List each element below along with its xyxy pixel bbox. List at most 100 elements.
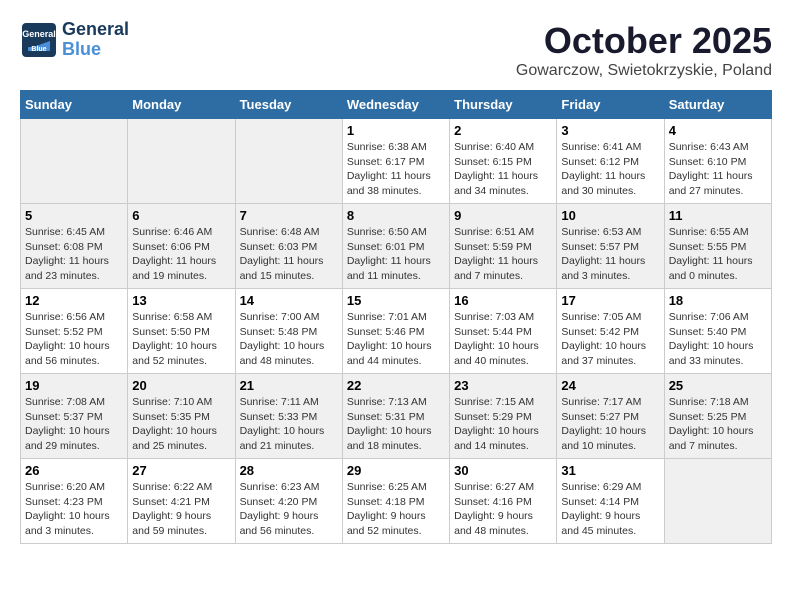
- calendar-header-row: SundayMondayTuesdayWednesdayThursdayFrid…: [21, 91, 772, 119]
- day-number: 12: [25, 293, 123, 308]
- day-number: 25: [669, 378, 767, 393]
- day-info: Sunrise: 6:25 AM Sunset: 4:18 PM Dayligh…: [347, 480, 445, 539]
- day-info: Sunrise: 6:27 AM Sunset: 4:16 PM Dayligh…: [454, 480, 552, 539]
- calendar-table: SundayMondayTuesdayWednesdayThursdayFrid…: [20, 90, 772, 544]
- calendar-cell: 2 Sunrise: 6:40 AM Sunset: 6:15 PM Daylig…: [450, 119, 557, 204]
- calendar-cell: 13Sunrise: 6:58 AM Sunset: 5:50 PM Dayli…: [128, 289, 235, 374]
- calendar-cell: 25Sunrise: 7:18 AM Sunset: 5:25 PM Dayli…: [664, 374, 771, 459]
- calendar-cell: 8Sunrise: 6:50 AM Sunset: 6:01 PM Daylig…: [342, 204, 449, 289]
- day-header-monday: Monday: [128, 91, 235, 119]
- day-info: Sunrise: 7:03 AM Sunset: 5:44 PM Dayligh…: [454, 310, 552, 369]
- day-number: 20: [132, 378, 230, 393]
- day-info: Sunrise: 7:05 AM Sunset: 5:42 PM Dayligh…: [561, 310, 659, 369]
- day-info: Sunrise: 6:23 AM Sunset: 4:20 PM Dayligh…: [240, 480, 338, 539]
- logo: General Blue General Blue: [20, 20, 129, 60]
- calendar-cell: 14 Sunrise: 7:00 AM Sunset: 5:48 PM Dayli…: [235, 289, 342, 374]
- calendar-week-5: 26 Sunrise: 6:20 AM Sunset: 4:23 PM Dayli…: [21, 459, 772, 544]
- day-info: Sunrise: 7:01 AM Sunset: 5:46 PM Dayligh…: [347, 310, 445, 369]
- calendar-cell: 28 Sunrise: 6:23 AM Sunset: 4:20 PM Dayli…: [235, 459, 342, 544]
- svg-text:General: General: [22, 29, 56, 39]
- day-number: 22: [347, 378, 445, 393]
- calendar-cell: 18Sunrise: 7:06 AM Sunset: 5:40 PM Dayli…: [664, 289, 771, 374]
- page-header: General Blue General Blue October 2025 G…: [20, 20, 772, 80]
- day-number: 9: [454, 208, 552, 223]
- day-number: 15: [347, 293, 445, 308]
- svg-text:Blue: Blue: [31, 46, 46, 53]
- day-number: 24: [561, 378, 659, 393]
- day-number: 1: [347, 123, 445, 138]
- day-header-sunday: Sunday: [21, 91, 128, 119]
- day-header-tuesday: Tuesday: [235, 91, 342, 119]
- calendar-cell: 17 Sunrise: 7:05 AM Sunset: 5:42 PM Dayli…: [557, 289, 664, 374]
- day-number: 16: [454, 293, 552, 308]
- day-number: 23: [454, 378, 552, 393]
- day-info: Sunrise: 6:46 AM Sunset: 6:06 PM Dayligh…: [132, 225, 230, 284]
- calendar-cell: 4 Sunrise: 6:43 AM Sunset: 6:10 PM Daylig…: [664, 119, 771, 204]
- day-number: 28: [240, 463, 338, 478]
- calendar-cell: 23Sunrise: 7:15 AM Sunset: 5:29 PM Dayli…: [450, 374, 557, 459]
- day-number: 14: [240, 293, 338, 308]
- calendar-cell: 19 Sunrise: 7:08 AM Sunset: 5:37 PM Dayli…: [21, 374, 128, 459]
- day-number: 5: [25, 208, 123, 223]
- day-info: Sunrise: 7:06 AM Sunset: 5:40 PM Dayligh…: [669, 310, 767, 369]
- day-info: Sunrise: 6:38 AM Sunset: 6:17 PM Dayligh…: [347, 140, 445, 199]
- day-number: 21: [240, 378, 338, 393]
- day-info: Sunrise: 6:41 AM Sunset: 6:12 PM Dayligh…: [561, 140, 659, 199]
- logo-icon: General Blue: [20, 21, 58, 59]
- day-number: 19: [25, 378, 123, 393]
- calendar-cell: [235, 119, 342, 204]
- day-number: 27: [132, 463, 230, 478]
- day-info: Sunrise: 6:55 AM Sunset: 5:55 PM Dayligh…: [669, 225, 767, 284]
- calendar-cell: 16 Sunrise: 7:03 AM Sunset: 5:44 PM Dayli…: [450, 289, 557, 374]
- calendar-cell: 3 Sunrise: 6:41 AM Sunset: 6:12 PM Daylig…: [557, 119, 664, 204]
- calendar-cell: 12Sunrise: 6:56 AM Sunset: 5:52 PM Dayli…: [21, 289, 128, 374]
- day-number: 31: [561, 463, 659, 478]
- day-info: Sunrise: 6:29 AM Sunset: 4:14 PM Dayligh…: [561, 480, 659, 539]
- day-info: Sunrise: 6:40 AM Sunset: 6:15 PM Dayligh…: [454, 140, 552, 199]
- day-number: 3: [561, 123, 659, 138]
- day-number: 8: [347, 208, 445, 223]
- calendar-cell: 30Sunrise: 6:27 AM Sunset: 4:16 PM Dayli…: [450, 459, 557, 544]
- day-number: 7: [240, 208, 338, 223]
- day-number: 13: [132, 293, 230, 308]
- calendar-cell: [664, 459, 771, 544]
- day-info: Sunrise: 6:51 AM Sunset: 5:59 PM Dayligh…: [454, 225, 552, 284]
- calendar-cell: 6Sunrise: 6:46 AM Sunset: 6:06 PM Daylig…: [128, 204, 235, 289]
- calendar-cell: 15 Sunrise: 7:01 AM Sunset: 5:46 PM Dayli…: [342, 289, 449, 374]
- calendar-cell: 5Sunrise: 6:45 AM Sunset: 6:08 PM Daylig…: [21, 204, 128, 289]
- calendar-cell: 29 Sunrise: 6:25 AM Sunset: 4:18 PM Dayli…: [342, 459, 449, 544]
- day-info: Sunrise: 6:48 AM Sunset: 6:03 PM Dayligh…: [240, 225, 338, 284]
- calendar-cell: [128, 119, 235, 204]
- calendar-week-3: 12Sunrise: 6:56 AM Sunset: 5:52 PM Dayli…: [21, 289, 772, 374]
- day-number: 2: [454, 123, 552, 138]
- calendar-cell: 20Sunrise: 7:10 AM Sunset: 5:35 PM Dayli…: [128, 374, 235, 459]
- day-info: Sunrise: 7:11 AM Sunset: 5:33 PM Dayligh…: [240, 395, 338, 454]
- calendar-cell: 9 Sunrise: 6:51 AM Sunset: 5:59 PM Daylig…: [450, 204, 557, 289]
- day-info: Sunrise: 7:08 AM Sunset: 5:37 PM Dayligh…: [25, 395, 123, 454]
- day-number: 4: [669, 123, 767, 138]
- day-number: 17: [561, 293, 659, 308]
- calendar-week-2: 5Sunrise: 6:45 AM Sunset: 6:08 PM Daylig…: [21, 204, 772, 289]
- day-number: 29: [347, 463, 445, 478]
- day-header-thursday: Thursday: [450, 91, 557, 119]
- logo-general: General: [62, 20, 129, 40]
- day-info: Sunrise: 6:20 AM Sunset: 4:23 PM Dayligh…: [25, 480, 123, 539]
- calendar-cell: 10Sunrise: 6:53 AM Sunset: 5:57 PM Dayli…: [557, 204, 664, 289]
- day-number: 11: [669, 208, 767, 223]
- day-info: Sunrise: 7:00 AM Sunset: 5:48 PM Dayligh…: [240, 310, 338, 369]
- location-title: Gowarczow, Swietokrzyskie, Poland: [516, 62, 772, 80]
- calendar-week-4: 19 Sunrise: 7:08 AM Sunset: 5:37 PM Dayli…: [21, 374, 772, 459]
- day-info: Sunrise: 6:53 AM Sunset: 5:57 PM Dayligh…: [561, 225, 659, 284]
- calendar-cell: 7 Sunrise: 6:48 AM Sunset: 6:03 PM Daylig…: [235, 204, 342, 289]
- month-title: October 2025: [516, 20, 772, 62]
- logo-blue: Blue: [62, 40, 129, 60]
- calendar-cell: 11 Sunrise: 6:55 AM Sunset: 5:55 PM Dayli…: [664, 204, 771, 289]
- calendar-cell: 31 Sunrise: 6:29 AM Sunset: 4:14 PM Dayli…: [557, 459, 664, 544]
- calendar-cell: 21 Sunrise: 7:11 AM Sunset: 5:33 PM Dayli…: [235, 374, 342, 459]
- calendar-cell: [21, 119, 128, 204]
- day-header-wednesday: Wednesday: [342, 91, 449, 119]
- calendar-week-1: 1 Sunrise: 6:38 AM Sunset: 6:17 PM Daylig…: [21, 119, 772, 204]
- calendar-cell: 27Sunrise: 6:22 AM Sunset: 4:21 PM Dayli…: [128, 459, 235, 544]
- day-info: Sunrise: 6:43 AM Sunset: 6:10 PM Dayligh…: [669, 140, 767, 199]
- day-number: 26: [25, 463, 123, 478]
